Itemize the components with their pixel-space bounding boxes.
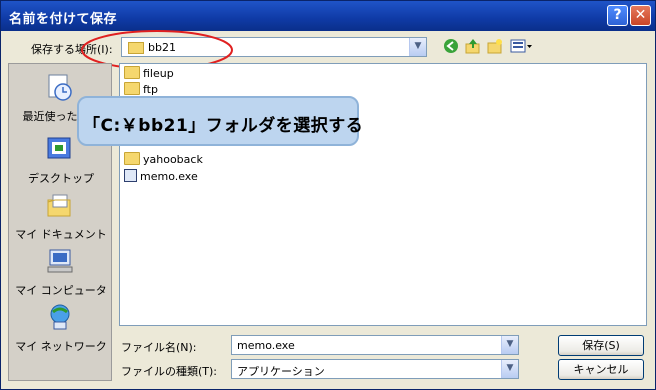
place-label: マイ コンピュータ xyxy=(15,284,107,297)
my-computer-icon xyxy=(47,249,73,273)
place-my-network[interactable]: マイ ネットワーク xyxy=(9,302,113,366)
callout-text: 「C:￥bb21」フォルダを選択する xyxy=(83,116,364,136)
list-item[interactable]: fileup xyxy=(124,66,174,82)
place-my-computer[interactable]: マイ コンピュータ xyxy=(9,246,113,310)
chevron-down-icon[interactable]: ▼ xyxy=(501,360,518,378)
place-label: デスクトップ xyxy=(28,172,94,185)
filename-label: ファイル名(N): xyxy=(121,341,197,354)
save-button[interactable]: 保存(S) xyxy=(558,335,644,356)
up-folder-icon[interactable] xyxy=(464,37,482,55)
filetype-select[interactable]: アプリケーション ▼ xyxy=(231,359,519,379)
close-button[interactable]: ✕ xyxy=(630,5,651,26)
my-network-icon xyxy=(50,304,70,330)
list-item[interactable]: yahooback xyxy=(124,152,203,168)
place-my-documents[interactable]: マイ ドキュメント xyxy=(9,190,113,254)
chevron-down-icon[interactable]: ▼ xyxy=(501,336,518,354)
new-folder-icon[interactable] xyxy=(486,37,504,55)
desktop-icon xyxy=(47,137,71,159)
folder-icon xyxy=(124,82,140,95)
help-button[interactable]: ? xyxy=(607,5,628,26)
chevron-down-icon[interactable]: ▼ xyxy=(409,38,426,56)
my-documents-icon xyxy=(47,194,71,217)
cancel-button[interactable]: キャンセル xyxy=(558,359,644,380)
save-as-dialog: 名前を付けて保存 ? ✕ 保存する場所(I): bb21 ▼ 最近使ったファ デ… xyxy=(0,0,656,390)
title-bar[interactable]: 名前を付けて保存 ? ✕ xyxy=(1,1,655,31)
exe-file-icon xyxy=(124,169,137,182)
place-label: マイ ドキュメント xyxy=(15,228,107,241)
filename-field[interactable]: memo.exe ▼ xyxy=(231,335,519,355)
place-label: マイ ネットワーク xyxy=(15,340,107,353)
filetype-value: アプリケーション xyxy=(237,365,325,378)
list-item[interactable]: memo.exe xyxy=(124,169,198,185)
window-title: 名前を付けて保存 xyxy=(9,12,118,27)
back-icon[interactable] xyxy=(442,37,460,55)
recent-icon xyxy=(48,74,72,101)
folder-icon xyxy=(124,66,140,79)
folder-icon xyxy=(124,152,140,165)
view-menu-icon[interactable] xyxy=(509,37,533,55)
filename-value: memo.exe xyxy=(237,339,295,352)
filetype-label: ファイルの種類(T): xyxy=(121,365,218,378)
